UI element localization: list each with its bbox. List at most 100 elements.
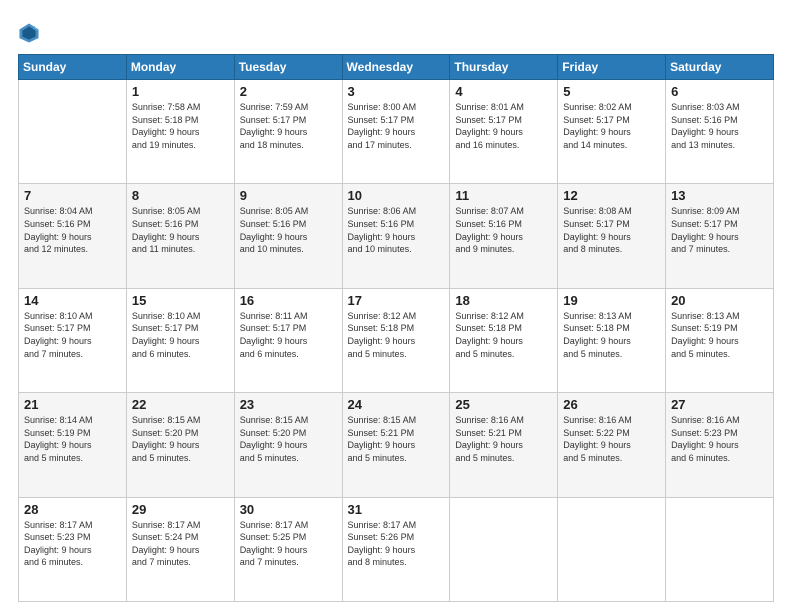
day-cell: [19, 80, 127, 184]
col-header-sunday: Sunday: [19, 55, 127, 80]
day-cell: 21 Sunrise: 8:14 AM Sunset: 5:19 PM Dayli…: [19, 393, 127, 497]
day-info: Sunrise: 8:04 AM Sunset: 5:16 PM Dayligh…: [24, 205, 121, 255]
day-cell: 29 Sunrise: 8:17 AM Sunset: 5:24 PM Dayli…: [126, 497, 234, 601]
day-info: Sunrise: 8:10 AM Sunset: 5:17 PM Dayligh…: [132, 310, 229, 360]
day-cell: 2Sunrise: 7:59 AM Sunset: 5:17 PM Daylig…: [234, 80, 342, 184]
day-number: 6: [671, 84, 768, 99]
day-number: 1: [132, 84, 229, 99]
day-info: Sunrise: 8:15 AM Sunset: 5:20 PM Dayligh…: [240, 414, 337, 464]
day-number: 13: [671, 188, 768, 203]
day-number: 16: [240, 293, 337, 308]
day-info: Sunrise: 8:16 AM Sunset: 5:22 PM Dayligh…: [563, 414, 660, 464]
day-cell: 30 Sunrise: 8:17 AM Sunset: 5:25 PM Dayli…: [234, 497, 342, 601]
day-cell: 11 Sunrise: 8:07 AM Sunset: 5:16 PM Dayli…: [450, 184, 558, 288]
day-info: Sunrise: 8:03 AM Sunset: 5:16 PM Dayligh…: [671, 101, 768, 151]
day-cell: 25Sunrise: 8:16 AM Sunset: 5:21 PM Dayli…: [450, 393, 558, 497]
day-number: 12: [563, 188, 660, 203]
day-number: 5: [563, 84, 660, 99]
day-cell: 13 Sunrise: 8:09 AM Sunset: 5:17 PM Dayli…: [666, 184, 774, 288]
day-cell: 22Sunrise: 8:15 AM Sunset: 5:20 PM Dayli…: [126, 393, 234, 497]
day-info: Sunrise: 8:08 AM Sunset: 5:17 PM Dayligh…: [563, 205, 660, 255]
day-info: Sunrise: 8:12 AM Sunset: 5:18 PM Dayligh…: [455, 310, 552, 360]
week-row-0: 1Sunrise: 7:58 AM Sunset: 5:18 PM Daylig…: [19, 80, 774, 184]
day-info: Sunrise: 8:12 AM Sunset: 5:18 PM Dayligh…: [348, 310, 445, 360]
day-number: 24: [348, 397, 445, 412]
day-info: Sunrise: 8:00 AM Sunset: 5:17 PM Dayligh…: [348, 101, 445, 151]
day-info: Sunrise: 8:13 AM Sunset: 5:18 PM Dayligh…: [563, 310, 660, 360]
day-number: 9: [240, 188, 337, 203]
day-number: 26: [563, 397, 660, 412]
day-cell: 27 Sunrise: 8:16 AM Sunset: 5:23 PM Dayli…: [666, 393, 774, 497]
day-number: 29: [132, 502, 229, 517]
day-info: Sunrise: 8:14 AM Sunset: 5:19 PM Dayligh…: [24, 414, 121, 464]
week-row-1: 7 Sunrise: 8:04 AM Sunset: 5:16 PM Daylig…: [19, 184, 774, 288]
calendar-header-row: SundayMondayTuesdayWednesdayThursdayFrid…: [19, 55, 774, 80]
col-header-tuesday: Tuesday: [234, 55, 342, 80]
day-number: 15: [132, 293, 229, 308]
day-cell: 18 Sunrise: 8:12 AM Sunset: 5:18 PM Dayli…: [450, 288, 558, 392]
day-info: Sunrise: 8:05 AM Sunset: 5:16 PM Dayligh…: [240, 205, 337, 255]
day-cell: 12 Sunrise: 8:08 AM Sunset: 5:17 PM Dayli…: [558, 184, 666, 288]
day-info: Sunrise: 8:17 AM Sunset: 5:24 PM Dayligh…: [132, 519, 229, 569]
day-info: Sunrise: 8:05 AM Sunset: 5:16 PM Dayligh…: [132, 205, 229, 255]
day-number: 10: [348, 188, 445, 203]
col-header-wednesday: Wednesday: [342, 55, 450, 80]
day-number: 17: [348, 293, 445, 308]
day-number: 4: [455, 84, 552, 99]
day-info: Sunrise: 8:15 AM Sunset: 5:20 PM Dayligh…: [132, 414, 229, 464]
day-number: 14: [24, 293, 121, 308]
day-number: 3: [348, 84, 445, 99]
day-info: Sunrise: 8:17 AM Sunset: 5:26 PM Dayligh…: [348, 519, 445, 569]
day-number: 25: [455, 397, 552, 412]
day-cell: 3 Sunrise: 8:00 AM Sunset: 5:17 PM Daylig…: [342, 80, 450, 184]
day-cell: 5Sunrise: 8:02 AM Sunset: 5:17 PM Daylig…: [558, 80, 666, 184]
day-cell: [450, 497, 558, 601]
week-row-4: 28Sunrise: 8:17 AM Sunset: 5:23 PM Dayli…: [19, 497, 774, 601]
day-info: Sunrise: 8:11 AM Sunset: 5:17 PM Dayligh…: [240, 310, 337, 360]
day-number: 23: [240, 397, 337, 412]
header: [18, 18, 774, 44]
day-cell: 31Sunrise: 8:17 AM Sunset: 5:26 PM Dayli…: [342, 497, 450, 601]
day-info: Sunrise: 8:17 AM Sunset: 5:25 PM Dayligh…: [240, 519, 337, 569]
col-header-thursday: Thursday: [450, 55, 558, 80]
day-cell: 8 Sunrise: 8:05 AM Sunset: 5:16 PM Daylig…: [126, 184, 234, 288]
day-info: Sunrise: 8:06 AM Sunset: 5:16 PM Dayligh…: [348, 205, 445, 255]
day-number: 19: [563, 293, 660, 308]
day-number: 21: [24, 397, 121, 412]
day-number: 11: [455, 188, 552, 203]
col-header-saturday: Saturday: [666, 55, 774, 80]
day-info: Sunrise: 8:15 AM Sunset: 5:21 PM Dayligh…: [348, 414, 445, 464]
day-cell: 15 Sunrise: 8:10 AM Sunset: 5:17 PM Dayli…: [126, 288, 234, 392]
day-info: Sunrise: 8:13 AM Sunset: 5:19 PM Dayligh…: [671, 310, 768, 360]
day-info: Sunrise: 8:10 AM Sunset: 5:17 PM Dayligh…: [24, 310, 121, 360]
day-cell: [666, 497, 774, 601]
day-cell: 17 Sunrise: 8:12 AM Sunset: 5:18 PM Dayli…: [342, 288, 450, 392]
day-cell: 23 Sunrise: 8:15 AM Sunset: 5:20 PM Dayli…: [234, 393, 342, 497]
day-number: 28: [24, 502, 121, 517]
day-cell: 16 Sunrise: 8:11 AM Sunset: 5:17 PM Dayli…: [234, 288, 342, 392]
day-cell: 14 Sunrise: 8:10 AM Sunset: 5:17 PM Dayli…: [19, 288, 127, 392]
day-number: 2: [240, 84, 337, 99]
week-row-3: 21 Sunrise: 8:14 AM Sunset: 5:19 PM Dayli…: [19, 393, 774, 497]
day-info: Sunrise: 8:16 AM Sunset: 5:23 PM Dayligh…: [671, 414, 768, 464]
day-cell: 26 Sunrise: 8:16 AM Sunset: 5:22 PM Dayli…: [558, 393, 666, 497]
day-number: 30: [240, 502, 337, 517]
day-cell: [558, 497, 666, 601]
day-info: Sunrise: 8:01 AM Sunset: 5:17 PM Dayligh…: [455, 101, 552, 151]
day-info: Sunrise: 8:09 AM Sunset: 5:17 PM Dayligh…: [671, 205, 768, 255]
logo-icon: [18, 22, 40, 44]
calendar-table: SundayMondayTuesdayWednesdayThursdayFrid…: [18, 54, 774, 602]
day-number: 27: [671, 397, 768, 412]
day-cell: 20 Sunrise: 8:13 AM Sunset: 5:19 PM Dayli…: [666, 288, 774, 392]
day-number: 18: [455, 293, 552, 308]
day-number: 7: [24, 188, 121, 203]
logo: [18, 22, 44, 44]
day-info: Sunrise: 8:07 AM Sunset: 5:16 PM Dayligh…: [455, 205, 552, 255]
col-header-monday: Monday: [126, 55, 234, 80]
day-cell: 4 Sunrise: 8:01 AM Sunset: 5:17 PM Daylig…: [450, 80, 558, 184]
day-number: 8: [132, 188, 229, 203]
week-row-2: 14 Sunrise: 8:10 AM Sunset: 5:17 PM Dayli…: [19, 288, 774, 392]
day-cell: 10 Sunrise: 8:06 AM Sunset: 5:16 PM Dayli…: [342, 184, 450, 288]
day-number: 20: [671, 293, 768, 308]
day-cell: 19 Sunrise: 8:13 AM Sunset: 5:18 PM Dayli…: [558, 288, 666, 392]
